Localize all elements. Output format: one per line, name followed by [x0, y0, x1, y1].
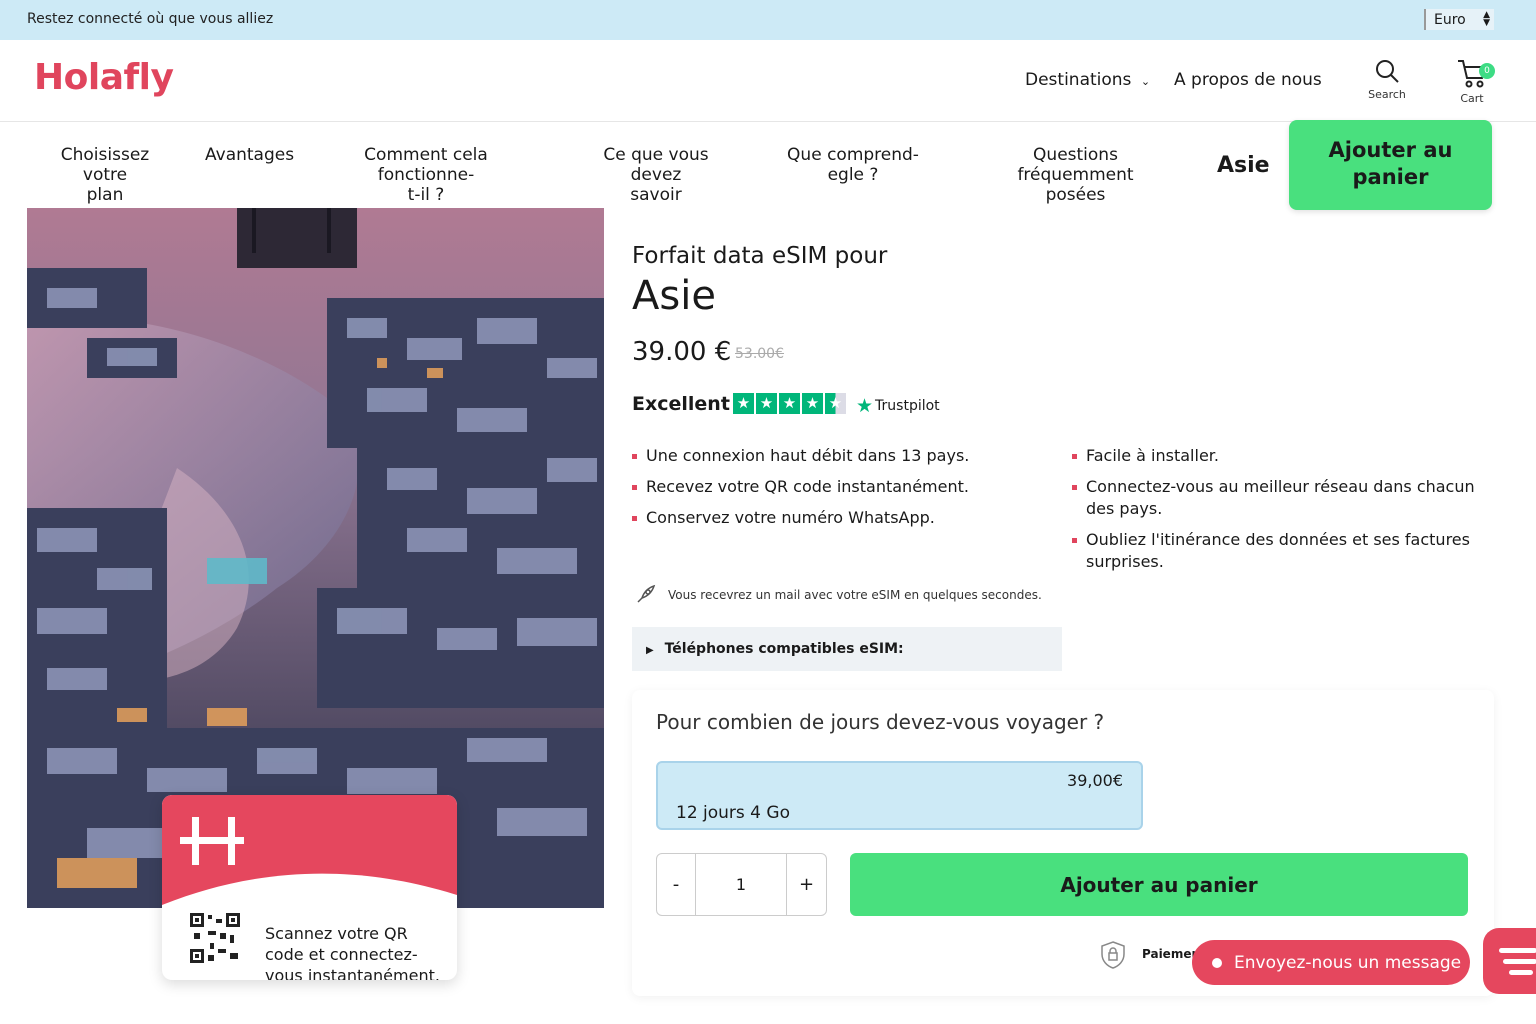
plan-name: 12 jours 4 Go: [676, 803, 790, 823]
subnav-faq[interactable]: Questions fréquemment posées: [974, 145, 1177, 205]
product-old-price: 53.00€: [735, 346, 784, 362]
quantity-decrease-button[interactable]: -: [657, 854, 696, 915]
chat-menu-icon: [1499, 948, 1536, 975]
subnav-label: Que comprend-: [787, 145, 919, 165]
feature-item: Recevez votre QR code instantanément.: [632, 476, 1032, 498]
feature-item: Conservez votre numéro WhatsApp.: [632, 507, 1032, 529]
send-message-label: Envoyez-nous un message: [1234, 952, 1462, 973]
subnav-destination-title: Asie: [1217, 153, 1270, 178]
cta-label: Ajouter au: [1328, 138, 1453, 162]
subnav-label: Ce que vous devez: [603, 145, 709, 185]
currency-select[interactable]: Euro ▲ ▼: [1424, 9, 1494, 30]
search-icon: [1376, 60, 1399, 83]
subnav-label: plan: [86, 185, 124, 205]
plan-option-selected[interactable]: 39,00€ 12 jours 4 Go: [656, 761, 1143, 830]
quantity-stepper: - 1 +: [656, 853, 827, 916]
product-pre-title: Forfait data eSIM pour: [632, 243, 888, 269]
compat-label: Téléphones compatibles eSIM:: [664, 641, 904, 657]
compatible-phones-toggle[interactable]: ▶ Téléphones compatibles eSIM:: [632, 627, 1062, 671]
search-button[interactable]: Search: [1357, 58, 1417, 101]
star-icon: ★: [779, 393, 800, 414]
secure-payment-icon: [1101, 941, 1125, 969]
brand-band: [162, 795, 457, 905]
nav-destinations-label: Destinations: [1025, 70, 1132, 90]
feature-list-right: Facile à installer. Connectez-vous au me…: [1072, 445, 1492, 582]
disclosure-triangle-icon: ▶: [646, 645, 654, 656]
currency-value: Euro: [1434, 11, 1466, 28]
subnav-choose-plan[interactable]: Choisissez votre plan: [37, 145, 173, 205]
rating-label: Excellent: [632, 393, 730, 415]
star-icon: ★: [733, 393, 754, 414]
quantity-input[interactable]: 1: [696, 854, 787, 915]
subnav-label: Choisissez votre: [60, 145, 150, 185]
trustpilot-link[interactable]: ★ Trustpilot: [856, 395, 940, 417]
subnav-label: t-il ?: [407, 185, 445, 205]
subnav-label: egle ?: [827, 165, 879, 185]
cart-button[interactable]: 0 Cart: [1442, 58, 1502, 105]
promo-line: Scannez votre QR: [265, 924, 408, 943]
half-star-icon: ★: [825, 393, 846, 414]
feature-item: Facile à installer.: [1072, 445, 1492, 467]
subnav-add-to-cart-button[interactable]: Ajouter au panier: [1289, 120, 1492, 210]
send-message-button[interactable]: Envoyez-nous un message: [1192, 940, 1470, 985]
quantity-increase-button[interactable]: +: [787, 854, 826, 915]
chevron-down-icon: ⌄: [1140, 75, 1151, 88]
product-price: 39.00 €: [632, 337, 732, 367]
status-dot-icon: [1212, 957, 1222, 968]
qr-promo-text: Scannez votre QR code et connectez- vous…: [265, 923, 450, 980]
trustpilot-stars[interactable]: ★ ★ ★ ★ ★: [733, 393, 846, 414]
email-note-text: Vous recevrez un mail avec votre eSIM en…: [668, 588, 1042, 602]
qr-promo-card: Scannez votre QR code et connectez- vous…: [162, 795, 457, 980]
select-arrows-icon: ▲ ▼: [1483, 10, 1490, 28]
search-label: Search: [1368, 88, 1406, 101]
chat-launcher-button[interactable]: [1483, 928, 1536, 994]
subnav-what-included[interactable]: Que comprend- egle ?: [785, 145, 921, 185]
feature-item: Une connexion haut débit dans 13 pays.: [632, 445, 1032, 467]
feature-item: Oubliez l'itinérance des données et ses …: [1072, 529, 1492, 573]
site-header: Holafly Destinations ⌄ A propos de nous …: [0, 40, 1536, 122]
rocket-icon: [637, 584, 656, 603]
holafly-logo[interactable]: Holafly: [34, 57, 174, 98]
subnav-advantages[interactable]: Avantages: [205, 145, 295, 165]
subnav-label: Comment cela fonctionne-: [364, 145, 488, 185]
top-bar: Restez connecté où que vous alliez Euro …: [0, 0, 1536, 40]
promo-line: vous instantanément.: [265, 966, 440, 980]
cta-label: panier: [1352, 165, 1429, 189]
tagline: Restez connecté où que vous alliez: [27, 11, 274, 27]
nav-destinations[interactable]: Destinations ⌄: [1025, 70, 1150, 90]
feature-list-left: Une connexion haut débit dans 13 pays. R…: [632, 445, 1032, 538]
days-question: Pour combien de jours devez-vous voyager…: [656, 710, 1105, 734]
subnav-what-to-know[interactable]: Ce que vous devez savoir: [576, 145, 736, 205]
trustpilot-label: Trustpilot: [875, 398, 940, 414]
feature-item: Connectez-vous au meilleur réseau dans c…: [1072, 476, 1492, 520]
subnav-label: savoir: [630, 185, 682, 205]
subnav-label: posées: [1045, 185, 1106, 205]
qr-code-icon: [190, 913, 240, 963]
cart-count-badge: 0: [1479, 63, 1495, 79]
section-nav: Choisissez votre plan Avantages Comment …: [0, 120, 1536, 210]
product-title: Asie: [632, 273, 716, 319]
cart-label: Cart: [1460, 92, 1484, 105]
add-to-cart-button[interactable]: Ajouter au panier: [850, 853, 1468, 916]
nav-about[interactable]: A propos de nous: [1174, 70, 1322, 90]
promo-line: code et connectez-: [265, 945, 418, 964]
email-delivery-note: Vous recevrez un mail avec votre eSIM en…: [634, 584, 1042, 606]
subnav-label: Avantages: [205, 145, 295, 165]
star-icon: ★: [756, 393, 777, 414]
plan-price: 39,00€: [1067, 771, 1123, 790]
subnav-label: Questions fréquemment: [1017, 145, 1134, 185]
star-icon: ★: [802, 393, 823, 414]
trustpilot-star-icon: ★: [856, 395, 874, 417]
subnav-how-it-works[interactable]: Comment cela fonctionne- t-il ?: [315, 145, 537, 205]
